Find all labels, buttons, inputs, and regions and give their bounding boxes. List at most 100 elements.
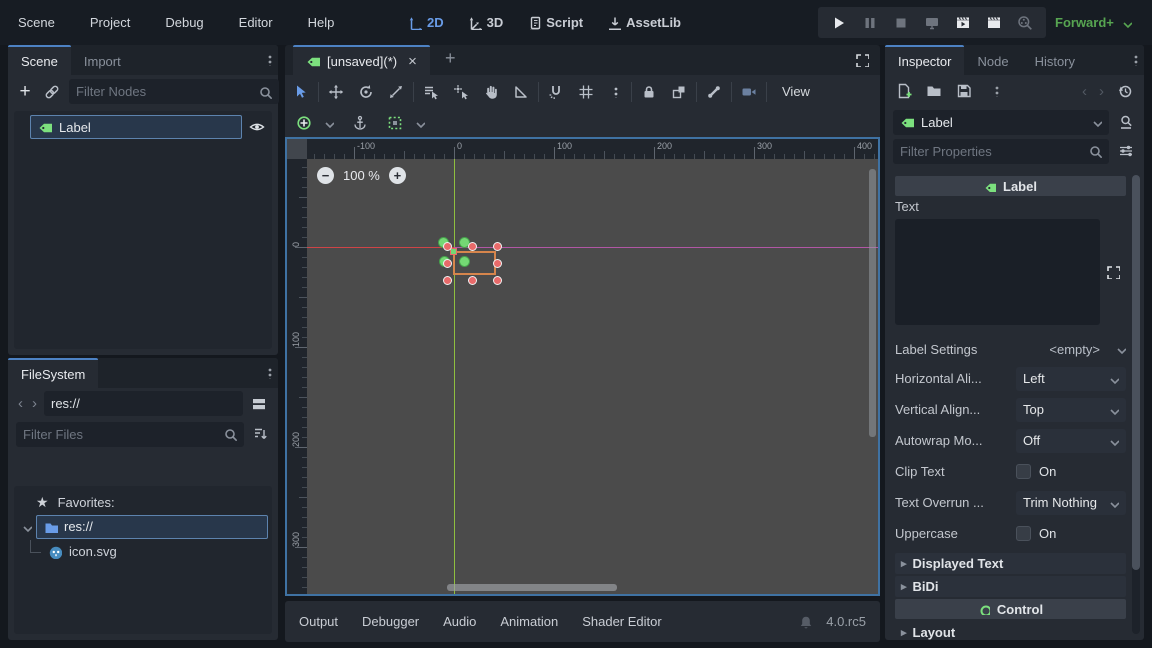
pivot-mode-button[interactable] [449,80,473,104]
horizontal-alignment-dropdown[interactable]: Left [1016,367,1126,391]
resize-handle[interactable] [493,242,502,251]
snap-options-menu-icon[interactable] [602,80,626,104]
menu-project[interactable]: Project [86,13,134,32]
autowrap-mode-dropdown[interactable]: Off [1016,429,1126,453]
dock-menu-icon[interactable] [1124,48,1144,72]
group-selected-button[interactable] [667,80,691,104]
smart-snap-button[interactable] [544,80,568,104]
play-button[interactable] [831,11,847,35]
zoom-level-label[interactable]: 100 % [343,168,380,183]
tab-history[interactable]: History [1022,45,1088,75]
tab-script-screen[interactable]: Script [527,15,583,30]
resource-menu-icon[interactable] [985,79,1005,103]
new-resource-button[interactable] [895,79,913,103]
resize-handle[interactable] [468,242,477,251]
expand-viewport-icon[interactable] [850,48,874,72]
dock-menu-icon[interactable] [258,361,278,385]
tab-import[interactable]: Import [71,45,134,75]
group-displayed-text[interactable]: ▸Displayed Text [895,553,1126,574]
move-mode-button[interactable] [324,80,348,104]
tab-filesystem[interactable]: FileSystem [8,358,98,388]
chevron-down-icon[interactable] [413,117,425,129]
expand-textarea-icon[interactable] [1105,260,1121,284]
resize-handle[interactable] [443,259,452,268]
text-property-textarea[interactable] [895,219,1100,325]
new-tab-button[interactable]: + [445,48,456,69]
group-bidi[interactable]: ▸BiDi [895,576,1126,597]
view-menu-button[interactable]: View [772,84,820,99]
menu-debug[interactable]: Debug [161,13,207,32]
select-mode-button[interactable] [289,80,313,104]
2d-viewport[interactable]: -100 0 100 200 300 400 0 100 200 300 − 1… [285,137,880,596]
list-select-button[interactable] [419,80,443,104]
camera-override-button[interactable] [737,80,761,104]
nav-forward-icon[interactable]: › [30,395,39,412]
lock-selected-button[interactable] [637,80,661,104]
stop-button[interactable] [893,11,909,35]
edit-history-icon[interactable] [1116,79,1134,103]
remote-debug-icon[interactable] [924,11,940,35]
nav-back-icon[interactable]: ‹ [16,395,25,412]
horizontal-ruler[interactable]: -100 0 100 200 300 400 [307,139,878,159]
tab-3d-screen[interactable]: 3D [468,15,504,30]
text-overrun-dropdown[interactable]: Trim Nothing [1016,491,1126,515]
zoom-in-button[interactable]: + [389,167,406,184]
path-input[interactable] [51,396,236,411]
dock-menu-icon[interactable] [258,48,278,72]
renderer-select[interactable]: Forward+ [1055,0,1132,45]
canvas-area[interactable]: − 100 % + [307,159,878,594]
chevron-down-icon[interactable] [322,117,334,129]
tree-row-iconsvg[interactable]: icon.svg [18,539,268,564]
group-layout[interactable]: ▸Layout [895,622,1126,640]
anchor-preset-button[interactable] [295,111,313,135]
notifications-bell-icon[interactable] [796,610,814,634]
property-tools-icon[interactable] [1116,139,1136,163]
tab-assetlib-screen[interactable]: AssetLib [607,15,681,30]
horizontal-scrollbar[interactable] [447,584,617,591]
vertical-scrollbar[interactable] [869,169,876,437]
filter-nodes-input[interactable] [76,84,252,99]
clip-text-checkbox[interactable] [1016,464,1031,479]
uppercase-checkbox[interactable] [1016,526,1031,541]
play-custom-scene-button[interactable] [986,11,1002,35]
menu-editor[interactable]: Editor [235,13,277,32]
node-selector[interactable]: Label [893,110,1109,135]
save-resource-button[interactable] [955,79,973,103]
bottom-tab-shader-editor[interactable]: Shader Editor [582,614,662,629]
bottom-tab-debugger[interactable]: Debugger [362,614,419,629]
ruler-mode-button[interactable] [509,80,533,104]
rotate-mode-button[interactable] [354,80,378,104]
zoom-out-button[interactable]: − [317,167,334,184]
tree-row-res[interactable]: res:// [18,514,268,539]
movie-maker-icon[interactable] [1017,11,1033,35]
vertical-ruler[interactable]: 0 100 200 300 [287,159,307,594]
pause-button[interactable] [862,11,878,35]
skeleton-options-button[interactable] [702,80,726,104]
filter-files-input[interactable] [23,427,217,442]
tab-node[interactable]: Node [964,45,1021,75]
resize-handle[interactable] [443,276,452,285]
close-tab-icon[interactable]: × [408,53,417,70]
anchor-handle[interactable] [459,256,470,267]
tab-scene[interactable]: Scene [8,45,71,75]
bottom-tab-animation[interactable]: Animation [500,614,558,629]
resize-handle[interactable] [468,276,477,285]
tab-unsaved-scene[interactable]: [unsaved](*) × [293,45,430,75]
load-resource-button[interactable] [925,79,943,103]
filter-properties-input[interactable] [900,144,1082,159]
add-node-button[interactable]: + [15,80,35,104]
resize-handle[interactable] [493,259,502,268]
chevron-down-icon[interactable] [20,521,32,533]
inspector-scrollbar-thumb[interactable] [1132,175,1140,570]
inspector-scrollbar-track[interactable] [1132,175,1140,634]
bottom-tab-output[interactable]: Output [299,614,338,629]
grid-snap-button[interactable] [574,80,598,104]
menu-help[interactable]: Help [304,13,339,32]
tab-inspector[interactable]: Inspector [885,45,964,75]
play-scene-button[interactable] [955,11,971,35]
visibility-eye-icon[interactable] [246,115,268,139]
instance-scene-button[interactable] [42,80,62,104]
vertical-alignment-dropdown[interactable]: Top [1016,398,1126,422]
scale-mode-button[interactable] [384,80,408,104]
bottom-tab-audio[interactable]: Audio [443,614,476,629]
